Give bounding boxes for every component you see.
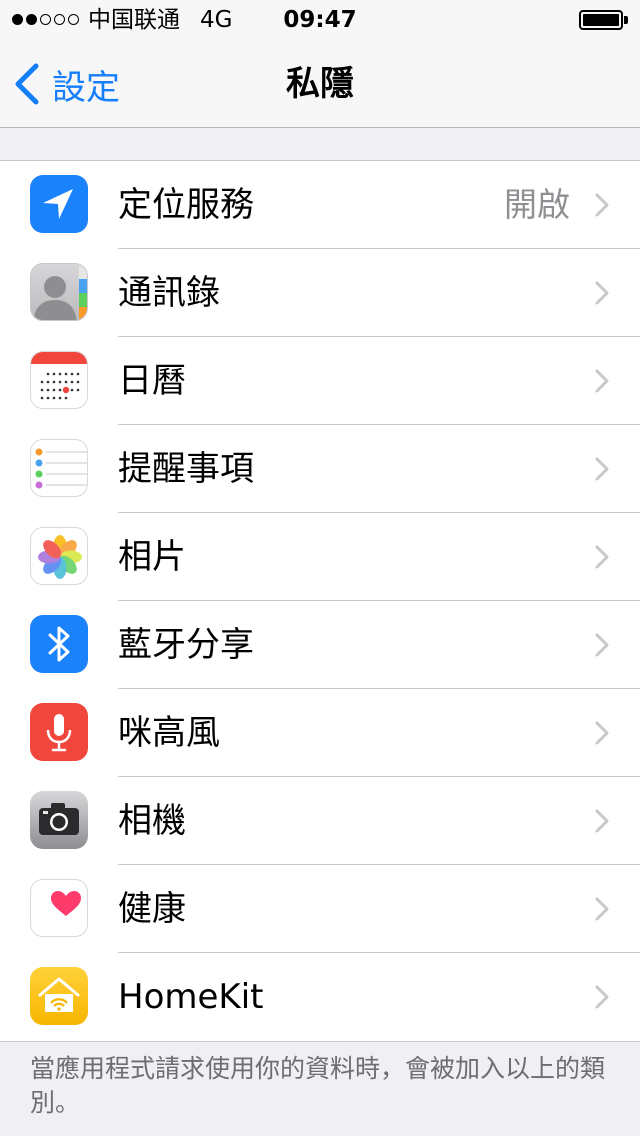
list-item-label: 通訊錄 [118,273,220,313]
chevron-right-icon [595,281,609,305]
list-item-homekit[interactable]: HomeKit [0,953,640,1041]
list-item-location-services[interactable]: 定位服務 開啟 [0,161,640,249]
chevron-right-icon [595,897,609,921]
status-bar: 中国联通 4G 09:47 [0,0,640,40]
list-item-label: 相機 [118,801,186,841]
status-time: 09:47 [283,7,357,33]
list-item-camera[interactable]: 相機 [0,777,640,865]
contacts-icon [30,263,88,321]
chevron-right-icon [595,985,609,1009]
bluetooth-icon [30,615,88,673]
calendar-icon [30,351,88,409]
chevron-right-icon [595,369,609,393]
navigation-bar: 設定 私隱 [0,40,640,128]
list-item-health[interactable]: 健康 [0,865,640,953]
microphone-icon [30,703,88,761]
home-icon [30,967,88,1025]
list-item-photos[interactable]: 相片 [0,513,640,601]
footer-note: 當應用程式請求使用你的資料時，會被加入以上的類別。 [30,1054,606,1117]
list-item-contacts[interactable]: 通訊錄 [0,249,640,337]
list-item-label: 藍牙分享 [118,625,254,665]
page-title: 私隱 [286,64,354,104]
list-item-label: 提醒事項 [118,449,254,489]
chevron-right-icon [595,193,609,217]
photos-icon [30,527,88,585]
privacy-list: 定位服務 開啟 通訊錄 日曆 提醒事項 相片 藍牙分享 咪高風 相機 健康 Ho… [0,160,640,1042]
reminders-icon [30,439,88,497]
list-item-microphone[interactable]: 咪高風 [0,689,640,777]
camera-icon [30,791,88,849]
chevron-right-icon [595,809,609,833]
list-item-label: 相片 [118,537,186,577]
list-item-label: 定位服務 [118,185,254,225]
list-item-label: HomeKit [118,977,264,1017]
battery-level [583,14,619,26]
list-item-reminders[interactable]: 提醒事項 [0,425,640,513]
list-item-label: 日曆 [118,361,186,401]
list-item-calendar[interactable]: 日曆 [0,337,640,425]
location-arrow-icon [30,175,88,233]
list-item-value: 開啟 [504,185,570,224]
chevron-right-icon [595,457,609,481]
chevron-right-icon [595,545,609,569]
list-item-label: 咪高風 [118,713,220,753]
heart-icon [30,879,88,937]
chevron-right-icon [595,721,609,745]
battery-tip [624,16,628,24]
list-item-bluetooth-sharing[interactable]: 藍牙分享 [0,601,640,689]
list-item-label: 健康 [118,889,186,929]
battery-icon [579,10,623,30]
chevron-right-icon [595,633,609,657]
